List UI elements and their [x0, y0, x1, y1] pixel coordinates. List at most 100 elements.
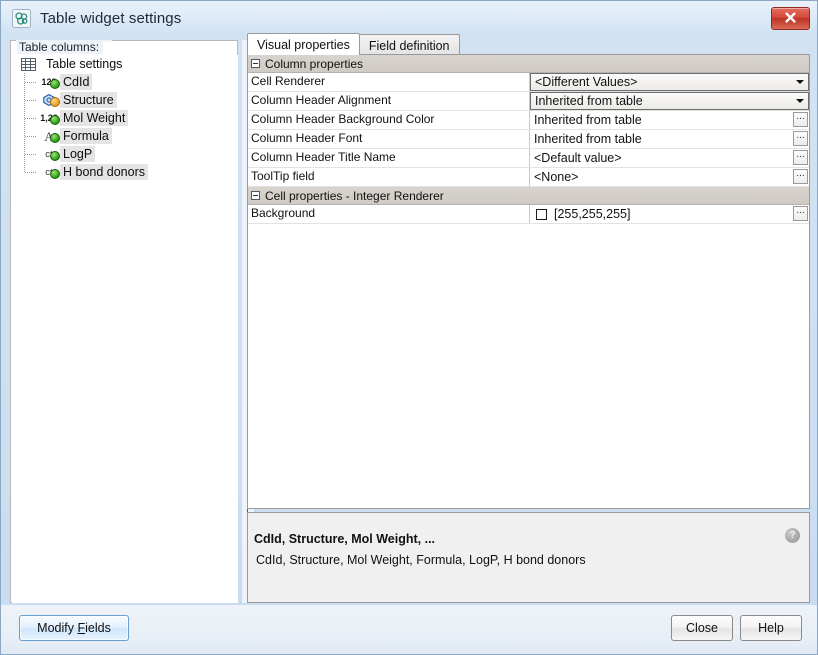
table-columns-legend: Table columns:	[17, 40, 103, 54]
orange-status-badge	[50, 97, 60, 107]
tree-guide	[20, 163, 38, 181]
property-value[interactable]: Inherited from table ...	[530, 130, 809, 148]
property-value[interactable]: [255,255,255] ...	[530, 205, 809, 223]
property-label: Column Header Background Color	[248, 111, 530, 129]
combo-value: <Different Values>	[531, 74, 791, 90]
property-row-column-header-font[interactable]: Column Header Font Inherited from table …	[248, 130, 809, 149]
tree-node-label: Table settings	[43, 56, 125, 72]
group-header-column-properties[interactable]: Column properties	[248, 55, 809, 73]
property-row-column-header-title-name[interactable]: Column Header Title Name <Default value>…	[248, 149, 809, 168]
tab-strip: Visual properties Field definition	[247, 33, 810, 55]
property-row-cell-renderer[interactable]: Cell Renderer <Different Values>	[248, 73, 809, 92]
green-status-badge	[50, 79, 60, 89]
tree-node-formula[interactable]: A Formula	[12, 127, 238, 145]
browse-ellipsis-button[interactable]: ...	[793, 112, 808, 127]
column-header-alignment-dropdown[interactable]: Inherited from table	[530, 92, 809, 110]
tree-node-table-settings[interactable]: Table settings	[12, 55, 238, 73]
property-row-tooltip-field[interactable]: ToolTip field <None> ...	[248, 168, 809, 187]
window-title: Table widget settings	[40, 10, 181, 27]
tree-guide	[20, 73, 38, 91]
tree-node-h-bond-donors[interactable]: ct H bond donors	[12, 163, 238, 181]
columns-tree[interactable]: Table settings 123 CdId	[12, 55, 238, 603]
tree-node-label: Structure	[60, 92, 117, 108]
property-grid: Column properties Cell Renderer <Differe…	[247, 54, 810, 509]
property-value[interactable]: <None> ...	[530, 168, 809, 186]
table-widget-settings-window: Table widget settings Table columns:	[0, 0, 818, 655]
combo-value: Inherited from table	[531, 93, 791, 109]
button-bar: Modify Fields Close Help	[1, 605, 818, 655]
property-value-text: <None>	[530, 169, 578, 186]
close-icon	[784, 11, 797, 24]
dialog-content: Table columns: Table settings	[10, 33, 810, 603]
group-title: Column properties	[265, 57, 363, 71]
collapse-minus-icon[interactable]	[251, 191, 260, 200]
tab-visual-properties[interactable]: Visual properties	[247, 33, 360, 55]
browse-ellipsis-button[interactable]: ...	[793, 169, 808, 184]
title-bar: Table widget settings	[1, 1, 818, 35]
calculated-type-icon: ct	[38, 146, 60, 162]
modify-fields-label-before: Modify	[37, 621, 77, 635]
modify-fields-button[interactable]: Modify Fields	[19, 615, 129, 641]
modify-fields-mnemonic: F	[77, 621, 85, 635]
tree-node-structure[interactable]: Structure	[12, 91, 238, 109]
tree-guide	[20, 127, 38, 145]
molecule-icon	[12, 9, 31, 28]
close-window-button[interactable]	[771, 7, 810, 30]
tree-node-logp[interactable]: ct LogP	[12, 145, 238, 163]
property-label: Column Header Font	[248, 130, 530, 148]
property-label: ToolTip field	[248, 168, 530, 186]
browse-ellipsis-button[interactable]: ...	[793, 206, 808, 221]
chevron-down-icon[interactable]	[791, 93, 808, 109]
tree-node-label: LogP	[60, 146, 95, 162]
property-value[interactable]: <Default value> ...	[530, 149, 809, 167]
property-value-text: Inherited from table	[530, 131, 642, 148]
cell-renderer-dropdown[interactable]: <Different Values>	[530, 73, 809, 91]
property-value[interactable]: <Different Values>	[530, 73, 809, 91]
tree-node-cdid[interactable]: 123 CdId	[12, 73, 238, 91]
tree-node-label: CdId	[60, 74, 92, 90]
property-value-text: [255,255,255]	[554, 206, 630, 223]
green-status-badge	[50, 115, 60, 125]
property-row-background[interactable]: Background [255,255,255] ...	[248, 205, 809, 224]
tree-guide	[20, 145, 38, 163]
tree-node-label: H bond donors	[60, 164, 148, 180]
table-grid-icon	[17, 56, 39, 72]
text-type-icon: A	[38, 128, 60, 144]
properties-panel: Visual properties Field definition Colum…	[247, 33, 810, 603]
tree-node-mol-weight[interactable]: 1,23 Mol Weight	[12, 109, 238, 127]
chevron-down-icon[interactable]	[791, 74, 808, 90]
green-status-badge	[50, 133, 60, 143]
browse-ellipsis-button[interactable]: ...	[793, 131, 808, 146]
tree-node-label: Formula	[60, 128, 112, 144]
property-label: Background	[248, 205, 530, 223]
help-circle-icon[interactable]: ?	[785, 528, 800, 543]
description-title: CdId, Structure, Mol Weight, ...	[254, 532, 435, 546]
property-label: Column Header Alignment	[248, 92, 530, 110]
modify-fields-label-after: ields	[85, 621, 111, 635]
green-status-badge	[50, 169, 60, 179]
tree-guide	[20, 91, 38, 109]
tree-node-label: Mol Weight	[60, 110, 128, 126]
description-pane: CdId, Structure, Mol Weight, ... CdId, S…	[247, 512, 810, 603]
help-button[interactable]: Help	[740, 615, 802, 641]
property-row-column-header-background-color[interactable]: Column Header Background Color Inherited…	[248, 111, 809, 130]
structure-type-icon	[38, 92, 60, 108]
color-swatch[interactable]	[536, 209, 547, 220]
integer-type-icon: 123	[38, 74, 60, 90]
tree-guide	[20, 109, 38, 127]
property-value[interactable]: Inherited from table	[530, 92, 809, 110]
calculated-type-icon: ct	[38, 164, 60, 180]
close-button[interactable]: Close	[671, 615, 733, 641]
decimal-type-icon: 1,23	[38, 110, 60, 126]
property-row-column-header-alignment[interactable]: Column Header Alignment Inherited from t…	[248, 92, 809, 111]
group-header-cell-properties[interactable]: Cell properties - Integer Renderer	[248, 187, 809, 205]
property-value[interactable]: Inherited from table ...	[530, 111, 809, 129]
group-title: Cell properties - Integer Renderer	[265, 189, 444, 203]
table-columns-panel: Table columns: Table settings	[10, 40, 238, 603]
tab-field-definition[interactable]: Field definition	[359, 34, 460, 55]
property-label: Cell Renderer	[248, 73, 530, 91]
green-status-badge	[50, 151, 60, 161]
property-value-text: <Default value>	[530, 150, 622, 167]
browse-ellipsis-button[interactable]: ...	[793, 150, 808, 165]
collapse-minus-icon[interactable]	[251, 59, 260, 68]
